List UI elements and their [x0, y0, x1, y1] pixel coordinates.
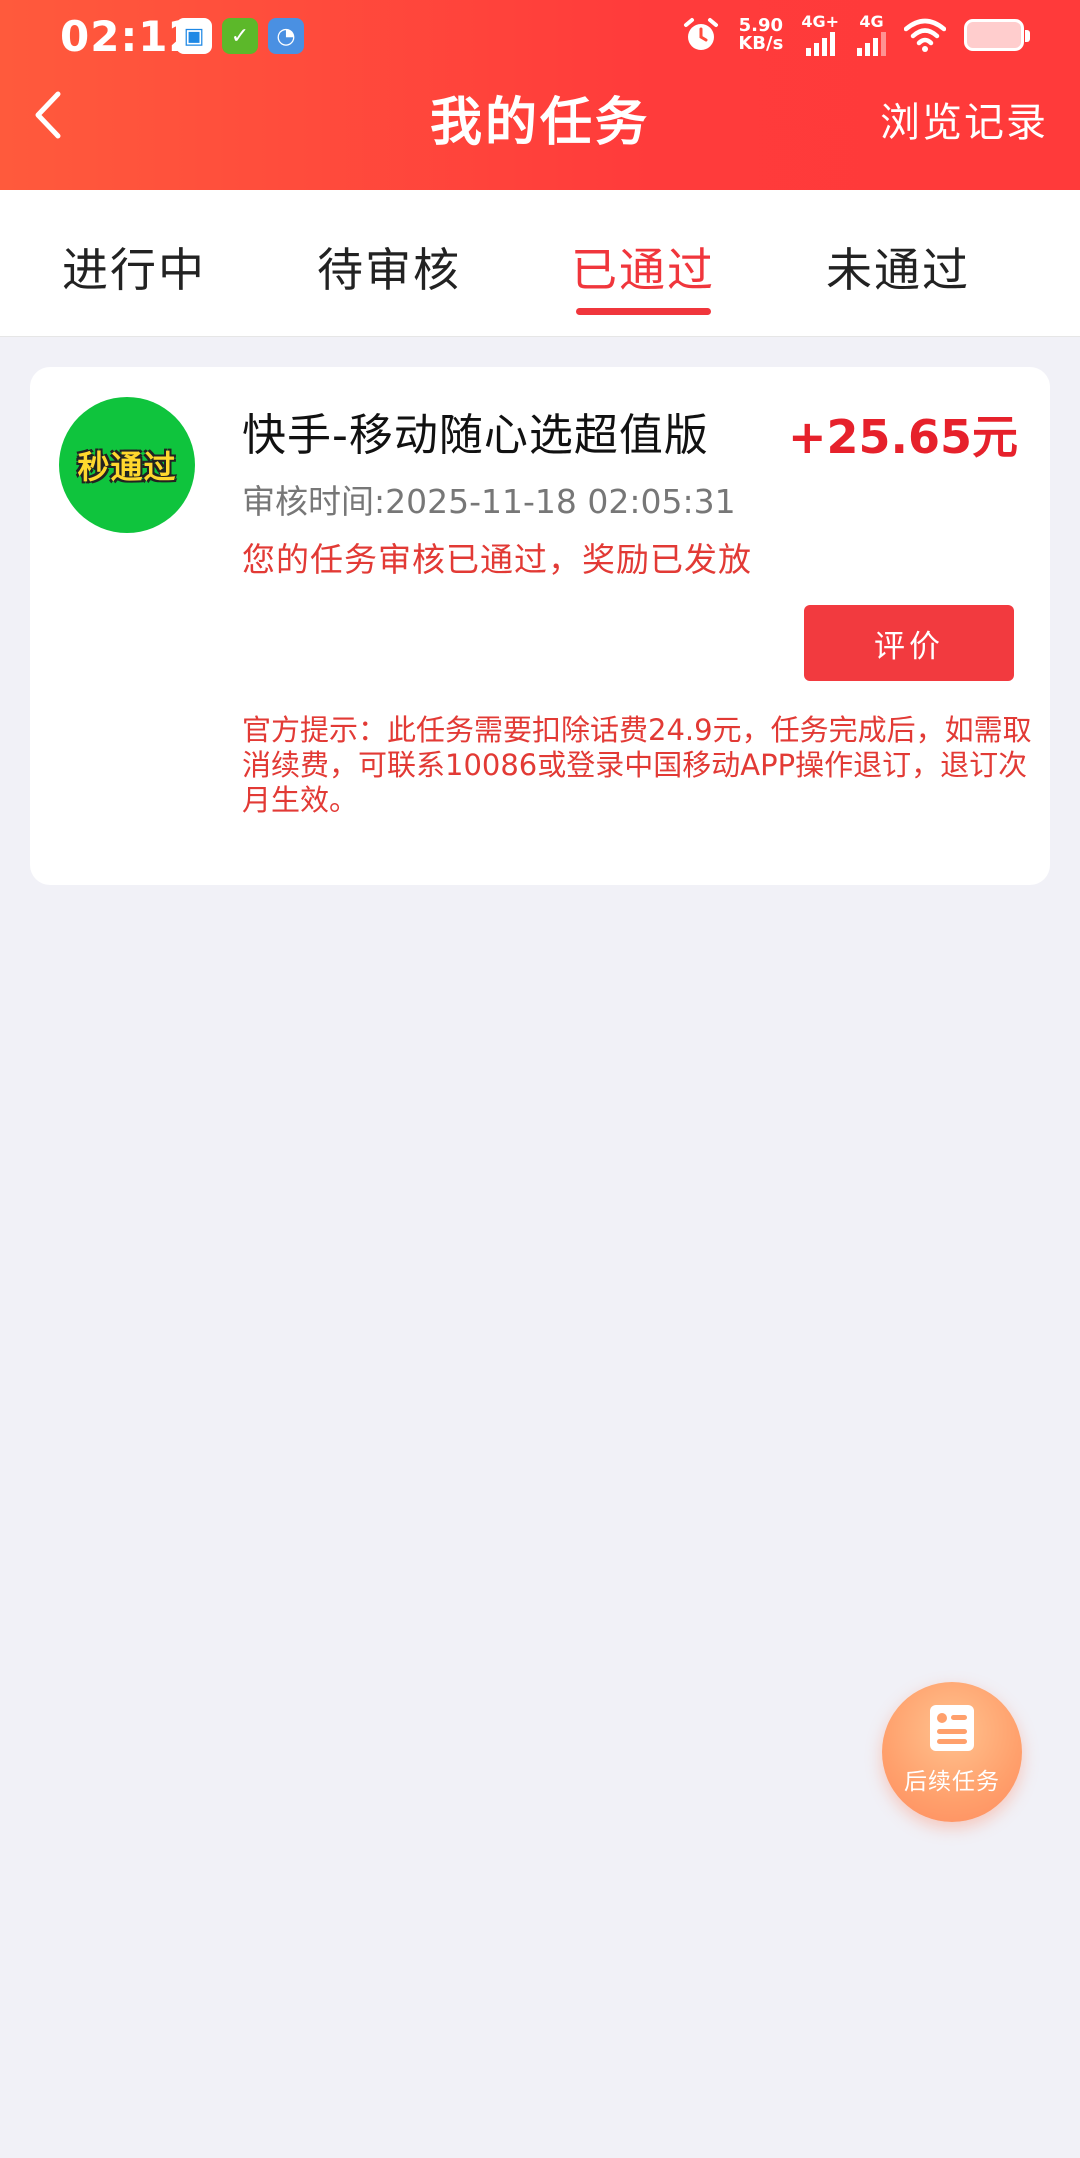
official-tip: 官方提示：此任务需要扣除话费24.9元，任务完成后，如需取消续费，可联系1008… [242, 713, 1032, 817]
battery-icon [964, 19, 1030, 51]
wifi-icon [904, 18, 946, 52]
sim1-signal: 4G+ [801, 14, 839, 56]
signal-bars-icon [857, 32, 886, 56]
browse-history-link[interactable]: 浏览记录 [880, 90, 1048, 148]
tab-pending-review[interactable]: 待审核 [289, 234, 489, 300]
check-app-icon: ✓ [222, 18, 258, 54]
tab-in-progress[interactable]: 进行中 [34, 234, 234, 300]
notification-icons: ▣ ✓ ◔ [176, 18, 304, 54]
active-tab-indicator [576, 308, 711, 315]
review-time: 审核时间:2025-11-18 02:05:31 [242, 482, 736, 521]
task-card[interactable]: 秒通过 快手-移动随心选超值版 +25.65元 审核时间:2025-11-18 … [30, 367, 1050, 885]
task-status-message: 您的任务审核已通过，奖励已发放 [242, 540, 752, 579]
follow-up-tasks-label: 后续任务 [904, 1769, 1000, 1795]
task-title: 快手-移动随心选超值版 [242, 410, 709, 461]
app-header: 02:12 ▣ ✓ ◔ 5.90 KB/s 4G+ 4G 我的任务 浏览记录 [0, 0, 1080, 190]
sim1-label: 4G+ [801, 12, 839, 31]
task-reward: +25.65元 [787, 410, 1018, 464]
tab-approved[interactable]: 已通过 [543, 234, 743, 300]
signal-bars-icon [805, 32, 835, 56]
message-app-icon: ▣ [176, 18, 212, 54]
sim2-signal: 4G [857, 14, 886, 56]
task-tabs: 进行中 待审核 已通过 未通过 [0, 190, 1080, 337]
status-bar: 02:12 ▣ ✓ ◔ 5.90 KB/s 4G+ 4G [0, 0, 1080, 72]
net-speed-unit: KB/s [738, 33, 784, 54]
task-badge: 秒通过 [59, 397, 195, 533]
rate-button[interactable]: 评价 [804, 605, 1014, 681]
sim2-label: 4G [859, 12, 884, 31]
tab-rejected[interactable]: 未通过 [798, 234, 998, 300]
network-speed: 5.90 KB/s [738, 17, 783, 53]
alarm-icon [684, 18, 719, 50]
badge-label: 秒通过 [77, 448, 177, 486]
follow-up-tasks-button[interactable]: 后续任务 [882, 1682, 1022, 1822]
document-list-icon [930, 1705, 974, 1751]
system-icons: 5.90 KB/s 4G+ 4G [682, 14, 1030, 56]
file-app-icon: ◔ [268, 18, 304, 54]
